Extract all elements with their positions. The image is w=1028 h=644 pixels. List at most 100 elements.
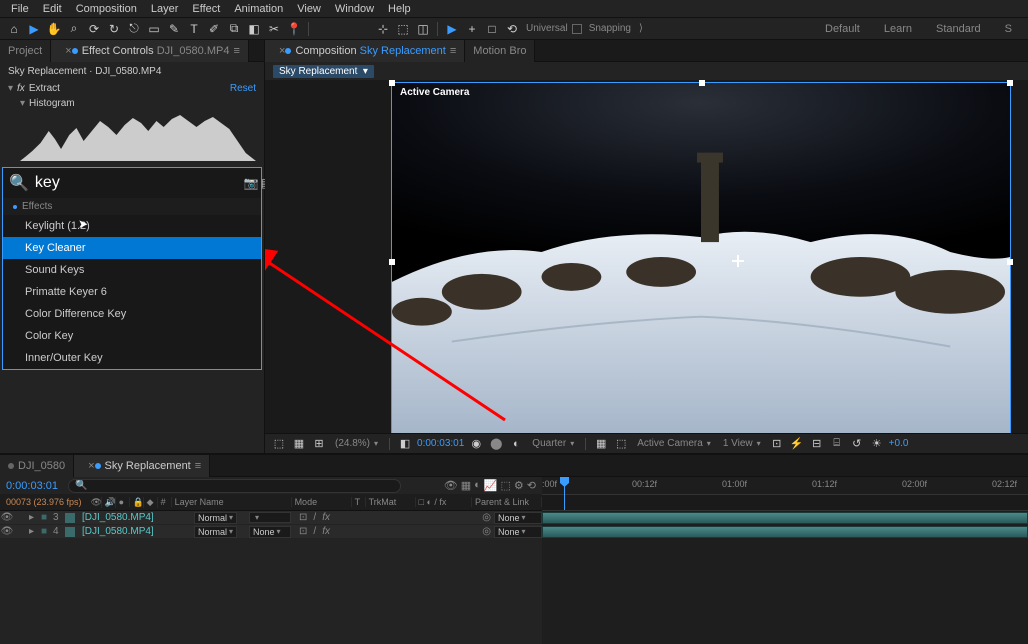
camera-icon[interactable]: 📷 bbox=[244, 172, 259, 194]
menu-edit[interactable]: Edit bbox=[36, 3, 69, 15]
parent-dropdown[interactable]: None▾ bbox=[494, 526, 542, 538]
3d-x-icon[interactable]: ⬚ bbox=[394, 20, 412, 38]
col-label-icon[interactable]: ◆ bbox=[144, 497, 158, 508]
layer-name[interactable]: [DJI_0580.MP4] bbox=[78, 526, 194, 537]
puppet-tool-icon[interactable]: 📍 bbox=[285, 20, 303, 38]
tab-project[interactable]: Project bbox=[0, 40, 51, 62]
blend-mode-dropdown[interactable]: Normal▾ bbox=[194, 512, 237, 524]
eraser-tool-icon[interactable]: ◧ bbox=[245, 20, 263, 38]
roto-tool-icon[interactable]: ✂ bbox=[265, 20, 283, 38]
eye-toggle-icon[interactable]: 👁 bbox=[0, 512, 14, 523]
menu-layer[interactable]: Layer bbox=[144, 3, 186, 15]
tab-motion-bro[interactable]: Motion Bro bbox=[465, 40, 535, 62]
tab-sky-replacement[interactable]: × Sky Replacement ≡ bbox=[74, 455, 210, 477]
viewer-canvas[interactable]: Active Camera bbox=[391, 82, 1011, 433]
handle-ml[interactable] bbox=[389, 259, 395, 265]
tab-composition[interactable]: × Composition Sky Replacement ≡ bbox=[265, 40, 465, 62]
draft-3d-icon[interactable]: ⬚ bbox=[501, 479, 511, 492]
rect-tool-icon[interactable]: ▭ bbox=[145, 20, 163, 38]
anchor-reticle-icon[interactable] bbox=[732, 255, 744, 267]
fast-preview-icon[interactable]: ⚡ bbox=[789, 436, 805, 452]
handle-tc[interactable] bbox=[699, 80, 705, 86]
playhead[interactable] bbox=[564, 477, 565, 510]
menu-view[interactable]: View bbox=[290, 3, 328, 15]
twirl-down-icon[interactable]: ▾ bbox=[20, 98, 25, 109]
zoom-dropdown[interactable]: (24.8%)▾ bbox=[331, 438, 382, 449]
histogram-graphic[interactable] bbox=[20, 113, 256, 161]
anchor-tool-icon[interactable]: ⎋ bbox=[125, 20, 143, 38]
snapshot-icon[interactable]: ◉ bbox=[468, 436, 484, 452]
timeline-layers-right[interactable] bbox=[542, 511, 1028, 644]
viewer-timecode[interactable]: 0:00:03:01 bbox=[417, 438, 464, 449]
brush-tool-icon[interactable]: ✐ bbox=[205, 20, 223, 38]
shy-icon[interactable]: 👁 bbox=[444, 479, 458, 492]
panel-menu-icon[interactable]: ≡ bbox=[195, 460, 201, 472]
pen-tool-icon[interactable]: ✎ bbox=[165, 20, 183, 38]
layer-row[interactable]: 👁▸■3[DJI_0580.MP4]Normal▾▾⊡/fx◎None▾ bbox=[0, 511, 542, 525]
snapping-checkbox[interactable] bbox=[572, 24, 582, 34]
transparency-grid-icon[interactable]: ▦ bbox=[593, 436, 609, 452]
graph-editor-icon[interactable]: 📈 bbox=[484, 479, 498, 492]
mask-toggle-icon[interactable]: ⬚ bbox=[271, 436, 287, 452]
tab-effect-controls[interactable]: × Effect Controls DJI_0580.MP4 ≡ bbox=[51, 40, 249, 62]
tab-close-icon[interactable]: × bbox=[88, 460, 94, 472]
col-eye-icon[interactable]: 👁 bbox=[88, 497, 102, 508]
result-color-key[interactable]: Color Key bbox=[3, 325, 261, 347]
panel-menu-icon[interactable]: ≡ bbox=[450, 45, 456, 57]
views-dropdown[interactable]: 1 View▾ bbox=[719, 438, 765, 449]
handle-mr[interactable] bbox=[1007, 259, 1013, 265]
hand-tool-icon[interactable]: ✋ bbox=[45, 20, 63, 38]
switches-icon[interactable]: ⚙ bbox=[514, 479, 524, 492]
menu-effect[interactable]: Effect bbox=[185, 3, 227, 15]
3d-y-icon[interactable]: ◫ bbox=[414, 20, 432, 38]
clone-tool-icon[interactable]: ⧉ bbox=[225, 20, 243, 38]
result-inner-outer-key[interactable]: Inner/Outer Key bbox=[3, 347, 261, 369]
trkmat-dropdown[interactable]: ▾ bbox=[249, 512, 291, 523]
timeline-nav-icon[interactable]: ⟲ bbox=[527, 479, 536, 492]
trkmat-dropdown[interactable]: None▾ bbox=[249, 526, 291, 538]
handle-tr[interactable] bbox=[1007, 80, 1013, 86]
panel-menu-icon[interactable]: ≡ bbox=[233, 45, 239, 57]
timeline-ruler-area[interactable]: :00f00:12f01:00f01:12f02:00f02:12f bbox=[542, 477, 1028, 510]
alpha-icon[interactable]: ◐ bbox=[508, 436, 524, 452]
menu-file[interactable]: File bbox=[4, 3, 36, 15]
timeline-ruler[interactable]: :00f00:12f01:00f01:12f02:00f02:12f bbox=[542, 477, 1028, 495]
home-icon[interactable]: ⌂ bbox=[5, 20, 23, 38]
breadcrumb-item[interactable]: Sky Replacement ▾ bbox=[273, 65, 374, 78]
result-primatte[interactable]: Primatte Keyer 6 bbox=[3, 281, 261, 303]
move-tool-icon[interactable]: ▶ bbox=[443, 20, 461, 38]
menu-window[interactable]: Window bbox=[328, 3, 381, 15]
layer-bar-4[interactable] bbox=[542, 526, 1028, 538]
snapping-chevron[interactable]: ⟩ bbox=[639, 23, 643, 34]
res-auto-icon[interactable]: ◧ bbox=[397, 436, 413, 452]
workspace-learn[interactable]: Learn bbox=[884, 23, 912, 35]
rotate-tool-icon[interactable]: ↻ bbox=[105, 20, 123, 38]
work-area-bar[interactable] bbox=[542, 495, 1028, 511]
handle-tl[interactable] bbox=[389, 80, 395, 86]
result-key-cleaner[interactable]: Key Cleaner bbox=[3, 237, 261, 259]
circle-tool-icon[interactable]: ⟲ bbox=[503, 20, 521, 38]
fx-badge-icon[interactable]: fx bbox=[17, 83, 25, 94]
effect-reset-link[interactable]: Reset bbox=[230, 83, 256, 94]
square-tool-icon[interactable]: □ bbox=[483, 20, 501, 38]
resolution-dropdown[interactable]: Quarter▾ bbox=[528, 438, 578, 449]
workspace-default[interactable]: Default bbox=[825, 23, 860, 35]
menu-animation[interactable]: Animation bbox=[227, 3, 290, 15]
grid-icon[interactable]: ⊞ bbox=[311, 436, 327, 452]
workspace-more[interactable]: S bbox=[1005, 23, 1012, 35]
col-lock-icon[interactable]: 🔒 bbox=[130, 497, 144, 508]
menu-composition[interactable]: Composition bbox=[69, 3, 144, 15]
comp-button-icon[interactable]: ⊡ bbox=[769, 436, 785, 452]
result-color-diff-key[interactable]: Color Difference Key bbox=[3, 303, 261, 325]
viewer[interactable]: Active Camera bbox=[265, 80, 1028, 433]
eye-toggle-icon[interactable]: 👁 bbox=[0, 526, 14, 537]
zoom-tool-icon[interactable]: ⌕ bbox=[65, 20, 83, 38]
col-solo-icon[interactable]: ● bbox=[116, 497, 130, 507]
timeline-timecode[interactable]: 0:00:03:01 bbox=[6, 480, 58, 492]
orbit-tool-icon[interactable]: ⟳ bbox=[85, 20, 103, 38]
result-sound-keys[interactable]: Sound Keys bbox=[3, 259, 261, 281]
layer-name[interactable]: [DJI_0580.MP4] bbox=[78, 512, 194, 523]
layer-row[interactable]: 👁▸■4[DJI_0580.MP4]Normal▾None▾⊡/fx◎None▾ bbox=[0, 525, 542, 539]
parent-pickwhip-icon[interactable]: ◎ bbox=[479, 512, 494, 523]
search-category[interactable]: Effects bbox=[3, 198, 261, 215]
